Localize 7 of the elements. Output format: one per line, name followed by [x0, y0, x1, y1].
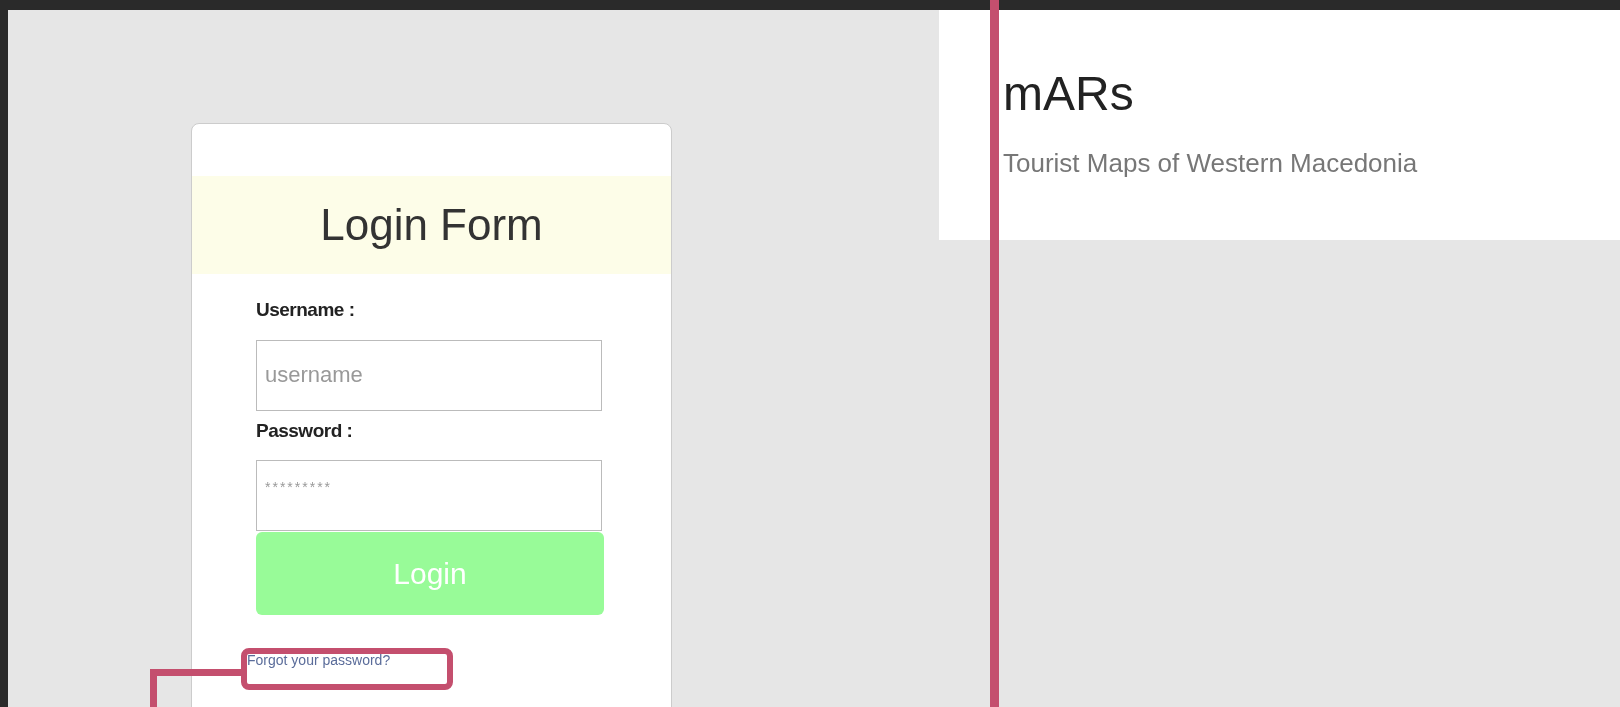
site-subtitle: Tourist Maps of Western Macedonia — [1003, 147, 1419, 180]
username-field[interactable]: username — [256, 339, 602, 411]
password-field[interactable]: ********* — [256, 460, 602, 531]
form-title: Login Form — [320, 199, 543, 251]
site-title: mARs — [1003, 70, 1135, 118]
field-label: Password : — [256, 418, 354, 443]
field-label: Username : — [256, 298, 356, 322]
